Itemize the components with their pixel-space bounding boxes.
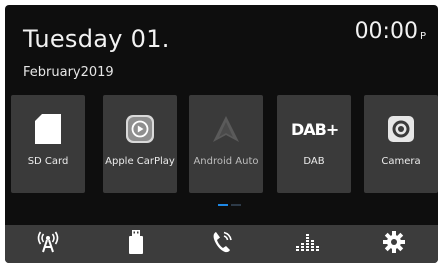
equalizer-icon	[295, 232, 321, 256]
bottom-nav-bar	[5, 225, 438, 263]
app-tile-apple-carplay[interactable]: Apple CarPlay	[103, 95, 177, 193]
radio-antenna-icon	[37, 231, 59, 257]
head-unit-screen: Tuesday 01. February2019 00:00 P SD Card …	[5, 5, 438, 263]
dab-icon: DAB+	[277, 113, 351, 145]
phone-icon	[212, 231, 232, 257]
nav-usb-button[interactable]	[93, 225, 179, 263]
page-dot-inactive[interactable]	[231, 204, 241, 206]
app-tile-sd-card[interactable]: SD Card	[11, 95, 85, 193]
clock: 00:00 P	[355, 19, 426, 44]
carplay-icon	[103, 113, 177, 145]
app-tile-label: Android Auto	[193, 156, 259, 167]
camera-icon	[364, 113, 438, 145]
nav-equalizer-button[interactable]	[265, 225, 351, 263]
app-tile-label: DAB	[303, 156, 325, 167]
clock-time: 00:00	[354, 19, 418, 44]
nav-radio-button[interactable]	[5, 225, 91, 263]
dab-logo: DAB+	[291, 120, 338, 139]
page-indicator	[218, 204, 242, 207]
nav-phone-button[interactable]	[179, 225, 265, 263]
date-weekday-day: Tuesday 01.	[23, 25, 170, 53]
app-tile-label: SD Card	[27, 156, 69, 167]
android-auto-icon	[189, 113, 263, 145]
app-tiles: SD Card Apple CarPlay Android Auto DAB+ …	[11, 95, 438, 199]
settings-gear-icon	[383, 231, 405, 257]
app-tile-camera[interactable]: Camera	[364, 95, 438, 193]
clock-ampm: P	[419, 31, 426, 42]
app-tile-android-auto[interactable]: Android Auto	[189, 95, 263, 193]
nav-settings-button[interactable]	[351, 225, 437, 263]
app-tile-label: Camera	[381, 156, 421, 167]
page-dot-active	[218, 204, 228, 206]
date-month-year: February2019	[23, 65, 114, 80]
app-tile-dab[interactable]: DAB+ DAB	[277, 95, 351, 193]
usb-drive-icon	[129, 230, 143, 258]
sd-card-icon	[11, 113, 85, 145]
app-tile-label: Apple CarPlay	[105, 156, 175, 167]
